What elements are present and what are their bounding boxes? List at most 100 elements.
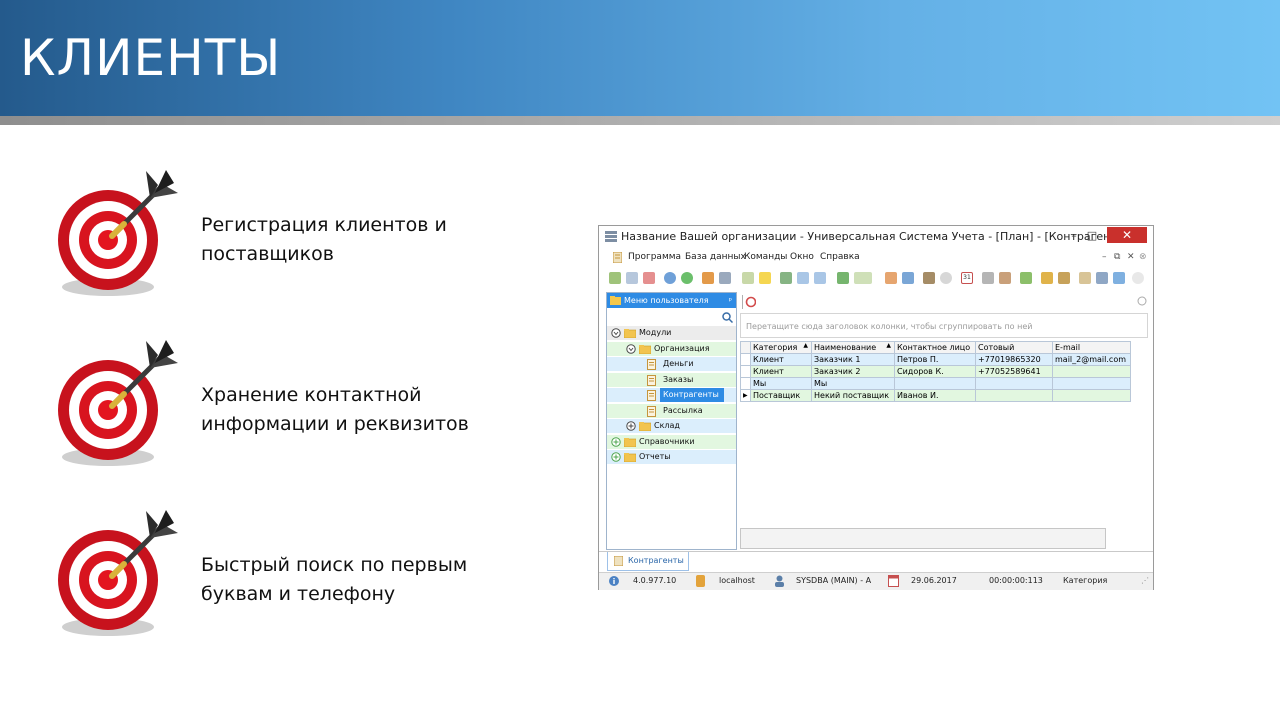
table-cell[interactable]: +77019865320 xyxy=(975,353,1053,366)
menu-item-database[interactable]: База данных xyxy=(685,252,746,262)
mdi-restore-button[interactable]: ⧉ xyxy=(1114,252,1120,262)
column-header[interactable]: Наименование ▲ xyxy=(811,341,895,354)
tree-item[interactable]: Деньги xyxy=(607,357,736,371)
group-by-area[interactable]: Перетащите сюда заголовок колонки, чтобы… xyxy=(740,313,1148,338)
toolbar-options-icon[interactable] xyxy=(1132,272,1144,284)
search-icon[interactable] xyxy=(722,312,733,323)
share-icon[interactable] xyxy=(1113,272,1125,284)
search-icon[interactable] xyxy=(664,272,676,284)
report-dropdown-icon[interactable] xyxy=(854,272,872,284)
user-menu-panel: Меню пользователя ᵖ Модули Организация Ден… xyxy=(606,292,737,550)
status-current-field: Категория xyxy=(1063,576,1108,585)
new-window-icon[interactable] xyxy=(885,272,897,284)
table-cell[interactable]: Иванов И. xyxy=(894,389,976,402)
view-options-icon[interactable] xyxy=(1137,296,1147,306)
users-icon[interactable] xyxy=(1058,272,1070,284)
table-cell[interactable]: Сидоров К. xyxy=(894,365,976,378)
tools-icon[interactable] xyxy=(982,272,994,284)
table-cell[interactable]: Петров П. xyxy=(894,353,976,366)
refresh-icon[interactable] xyxy=(742,295,756,309)
tree-item[interactable]: Модули xyxy=(607,326,736,340)
lock-icon[interactable] xyxy=(1041,272,1053,284)
resize-grip-icon[interactable]: ⋰ xyxy=(1141,576,1149,585)
clear-filter-icon[interactable] xyxy=(719,272,731,284)
column-header[interactable]: Сотовый xyxy=(975,341,1053,354)
status-bar: 4.0.977.10 localhost SYSDBA (MAIN) - A 2… xyxy=(599,572,1153,590)
import-icon[interactable] xyxy=(742,272,754,284)
maximize-button[interactable]: □ xyxy=(1085,226,1099,246)
table-cell[interactable]: Клиент xyxy=(750,365,812,378)
table-cell[interactable]: Заказчик 2 xyxy=(811,365,895,378)
new-record-icon[interactable] xyxy=(609,272,621,284)
feature-text-line2: информации и реквизитов xyxy=(201,413,469,435)
book-icon[interactable] xyxy=(923,272,935,284)
app-menu-icon[interactable] xyxy=(613,252,622,263)
menu-item-commands[interactable]: Команды xyxy=(744,252,787,262)
table-cell[interactable]: +77052589641 xyxy=(975,365,1053,378)
expand-icon[interactable] xyxy=(611,436,621,447)
table-cell[interactable]: Мы xyxy=(811,377,895,390)
expand-icon[interactable] xyxy=(611,452,621,462)
column-header[interactable]: Контактное лицо xyxy=(894,341,976,354)
copy-icon[interactable] xyxy=(626,272,638,284)
collapse-icon[interactable] xyxy=(797,272,809,284)
table-cell[interactable]: Клиент xyxy=(750,353,812,366)
table-cell[interactable] xyxy=(975,377,1053,390)
tree-item[interactable]: Справочники xyxy=(607,434,736,449)
table-cell[interactable] xyxy=(1052,377,1131,390)
user-menu-title: Меню пользователя xyxy=(624,296,709,305)
collapse-icon[interactable] xyxy=(611,328,621,338)
menu-item-program[interactable]: Программа xyxy=(628,252,681,262)
excel-icon[interactable] xyxy=(837,272,849,284)
column-header[interactable]: Категория ▲ xyxy=(750,341,812,354)
layout-icon[interactable] xyxy=(1079,272,1091,284)
export-icon[interactable] xyxy=(780,272,792,284)
table-cell[interactable]: Заказчик 1 xyxy=(811,353,895,366)
calendar-icon[interactable]: 31 xyxy=(961,272,973,284)
table-cell[interactable]: Некий поставщик xyxy=(811,389,895,402)
menu-item-window[interactable]: Окно xyxy=(790,252,814,262)
tree-item[interactable]: Склад xyxy=(607,419,736,433)
note-icon[interactable] xyxy=(759,272,771,284)
tree-item[interactable]: Заказы xyxy=(607,372,736,387)
window-list-icon[interactable] xyxy=(902,272,914,284)
filter-icon[interactable] xyxy=(702,272,714,284)
table-row[interactable]: Клиент Заказчик 1 Петров П. +77019865320 mai… xyxy=(740,353,1131,366)
mdi-close-button[interactable]: ✕ xyxy=(1127,252,1135,262)
tree-item[interactable]: Отчеты xyxy=(607,450,736,464)
expand-icon[interactable] xyxy=(814,272,826,284)
tree-item[interactable]: Организация xyxy=(607,341,736,356)
table-cell[interactable]: mail_2@mail.com xyxy=(1052,353,1131,366)
tree-item[interactable]: Рассылка xyxy=(607,403,736,418)
table-cell[interactable] xyxy=(1052,389,1131,402)
table-cell[interactable] xyxy=(894,377,976,390)
table-row[interactable]: Мы Мы xyxy=(740,377,1131,390)
table-cell[interactable] xyxy=(975,389,1053,402)
history-icon[interactable] xyxy=(940,272,952,284)
table-row[interactable]: Клиент Заказчик 2 Сидоров К. +77052589641 xyxy=(740,365,1131,378)
check-icon[interactable] xyxy=(1020,272,1032,284)
column-header[interactable]: E-mail xyxy=(1052,341,1131,354)
mdi-options-button[interactable]: ⊗ xyxy=(1139,252,1147,262)
tree-item-label: Справочники xyxy=(639,436,695,446)
menu-item-help[interactable]: Справка xyxy=(820,252,860,262)
expand-icon[interactable] xyxy=(626,421,636,431)
table-cell[interactable]: Мы xyxy=(750,377,812,390)
collapse-icon[interactable] xyxy=(626,343,636,354)
table-cell[interactable] xyxy=(1052,365,1131,378)
delete-icon[interactable] xyxy=(643,272,655,284)
tab-contractors[interactable]: Контрагенты xyxy=(607,552,689,571)
minimize-button[interactable]: – xyxy=(1067,226,1081,246)
pin-icon[interactable]: ᵖ xyxy=(729,293,732,308)
refresh-icon[interactable] xyxy=(681,272,693,284)
tree-item[interactable]: Контрагенты xyxy=(607,388,736,402)
settings-icon[interactable] xyxy=(999,272,1011,284)
row-indicator-header xyxy=(740,341,751,354)
close-button[interactable]: ✕ xyxy=(1107,227,1147,243)
mdi-minimize-button[interactable]: – xyxy=(1102,252,1107,262)
print-icon[interactable] xyxy=(1096,272,1108,284)
folder-icon xyxy=(624,329,636,338)
table-row[interactable]: ▶ Поставщик Некий поставщик Иванов И. xyxy=(740,389,1131,402)
table-cell[interactable]: Поставщик xyxy=(750,389,812,402)
folder-icon xyxy=(610,296,621,305)
